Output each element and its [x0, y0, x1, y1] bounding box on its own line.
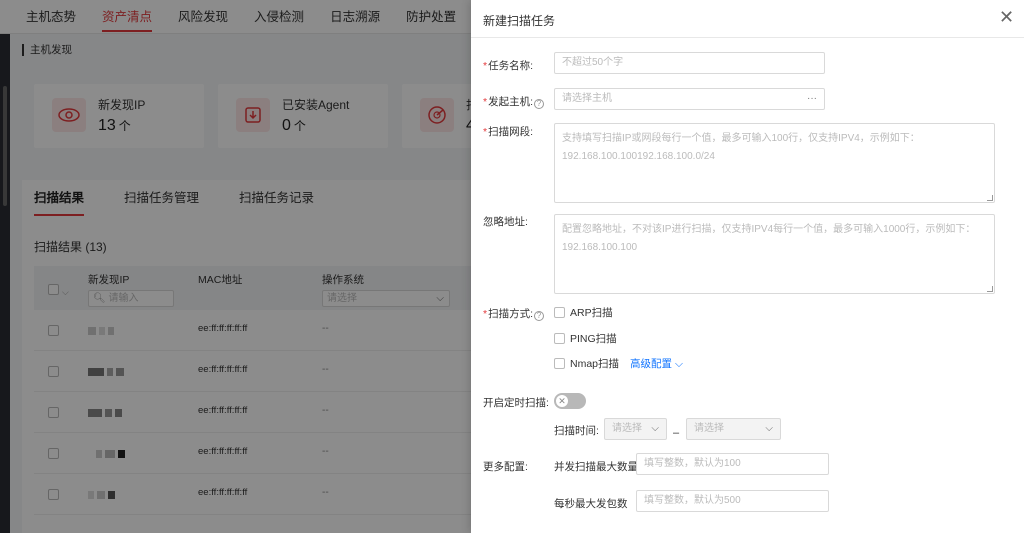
resize-handle[interactable] [987, 286, 993, 292]
drawer-header: 新建扫描任务 ✕ [471, 0, 1024, 38]
pps-input[interactable]: 填写整数，默认为500 [636, 490, 829, 512]
concurrency-input[interactable]: 填写整数，默认为100 [636, 453, 829, 475]
drawer-title: 新建扫描任务 [483, 14, 556, 28]
schedule-label: 开启定时扫描: [483, 397, 549, 409]
close-icon[interactable]: ✕ [999, 8, 1014, 26]
concurrency-label: 并发扫描最大数量 [554, 461, 638, 473]
nmap-scan-checkbox[interactable]: Nmap扫描 高级配置 ⌵ [554, 356, 683, 371]
host-select[interactable]: 请选择主机 ··· [554, 88, 825, 110]
scan-time-label: 扫描时间: [554, 425, 599, 437]
chevron-down-icon: ⌵ [765, 423, 773, 434]
advanced-config-link[interactable]: 高级配置 ⌵ [630, 356, 683, 371]
range-separator: – [673, 427, 680, 439]
schedule-toggle[interactable]: ✕ [554, 393, 586, 409]
resize-handle[interactable] [987, 195, 993, 201]
arp-scan-checkbox[interactable]: ARP扫描 [554, 305, 613, 320]
help-icon[interactable]: ? [534, 311, 545, 321]
pps-label: 每秒最大发包数 [554, 498, 628, 510]
task-name-label: *任务名称: [483, 60, 534, 72]
ignore-label: 忽略地址: [483, 216, 528, 228]
more-config-label: 更多配置: [483, 461, 528, 473]
method-label: *扫描方式:? [483, 306, 545, 321]
help-icon[interactable]: ? [534, 99, 545, 109]
chevron-down-icon: ⌵ [674, 358, 683, 370]
scan-time-start-select[interactable]: 请选择 ⌵ [604, 418, 667, 440]
new-scan-task-drawer: 新建扫描任务 ✕ *任务名称: 不超过50个字 *发起主机:? 请选择主机 ···… [471, 0, 1024, 533]
close-icon: ✕ [556, 395, 568, 407]
more-icon[interactable]: ··· [807, 89, 817, 109]
ignore-textarea[interactable]: 配置忽略地址，不对该IP进行扫描，仅支持IPV4每行一个值，最多可输入1000行… [554, 214, 995, 294]
task-name-input[interactable]: 不超过50个字 [554, 52, 825, 74]
host-label: *发起主机:? [483, 94, 545, 109]
segment-textarea[interactable]: 支持填写扫描IP或网段每行一个值，最多可输入100行，仅支持IPV4，示例如下：… [554, 123, 995, 203]
ping-scan-checkbox[interactable]: PING扫描 [554, 331, 617, 346]
chevron-down-icon: ⌵ [651, 423, 659, 434]
scan-time-end-select[interactable]: 请选择 ⌵ [686, 418, 781, 440]
segment-label: *扫描网段: [483, 126, 534, 138]
modal-overlay[interactable] [0, 0, 471, 533]
